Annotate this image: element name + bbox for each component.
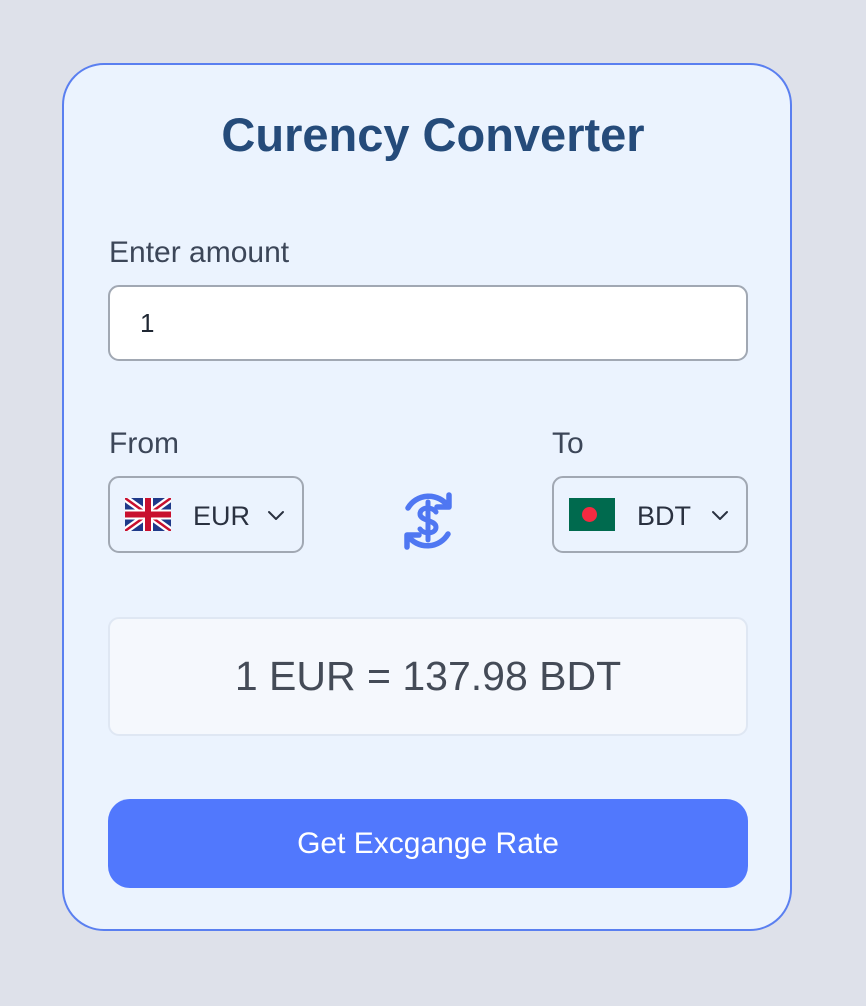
to-currency-select[interactable]: BDT	[552, 476, 748, 553]
uk-flag-icon	[125, 498, 171, 531]
from-currency-select[interactable]: EUR	[108, 476, 304, 553]
to-label: To	[552, 427, 584, 460]
to-currency-value: BDT	[637, 501, 691, 531]
currency-exchange-icon[interactable]	[395, 488, 461, 554]
page-title: Curency Converter	[221, 108, 645, 161]
bangladesh-flag-icon	[569, 498, 615, 531]
from-label: From	[109, 427, 179, 460]
amount-input[interactable]	[108, 285, 748, 361]
exchange-rate-result: 1 EUR = 137.98 BDT	[108, 617, 748, 736]
chevron-down-icon	[268, 511, 284, 520]
from-currency-value: EUR	[193, 501, 251, 531]
chevron-down-icon	[712, 511, 728, 520]
amount-label: Enter amount	[109, 236, 290, 269]
get-exchange-rate-button[interactable]: Get Excgange Rate	[108, 799, 748, 888]
